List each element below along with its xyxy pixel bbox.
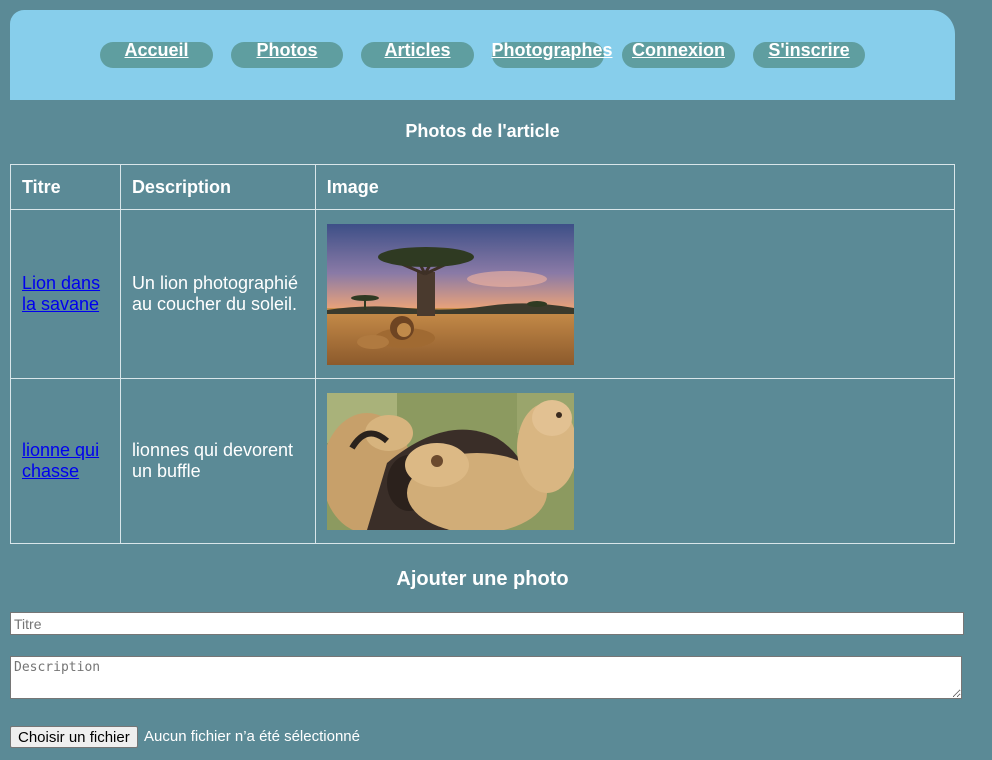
page: Accueil Photos Articles Photographes Con…	[0, 0, 992, 760]
nav-item-accueil[interactable]: Accueil	[100, 40, 213, 68]
photo-title-input[interactable]	[10, 612, 964, 635]
nav-link-sinscrire[interactable]: S'inscrire	[753, 40, 865, 61]
photo-description-textarea[interactable]	[10, 656, 962, 699]
row-image-cell	[314, 209, 956, 379]
file-selection-status: Aucun fichier n’a été sélectionné	[144, 728, 360, 745]
add-photo-title: Ajouter une photo	[396, 568, 569, 590]
row-description-cell: Un lion photographié au coucher du solei…	[119, 209, 316, 379]
nav-item-articles[interactable]: Articles	[361, 40, 474, 68]
top-navigation: Accueil Photos Articles Photographes Con…	[10, 10, 955, 100]
table-row: lionne qui chasse lionnes qui devorent u…	[10, 378, 956, 544]
nav-link-connexion[interactable]: Connexion	[622, 40, 735, 61]
nav-item-connexion[interactable]: Connexion	[622, 40, 735, 68]
nav-item-sinscrire[interactable]: S'inscrire	[753, 40, 865, 68]
column-header-titre: Titre	[10, 164, 121, 210]
table-section-title: Photos de l'article	[405, 121, 560, 141]
photo-title-link[interactable]: lionne qui chasse	[22, 440, 99, 481]
lionesses-hunting-photo-icon	[326, 392, 574, 530]
row-image-cell	[314, 378, 956, 544]
table-header-row: Titre Description Image	[10, 164, 956, 210]
lion-savanna-photo-icon	[326, 223, 574, 365]
row-title-cell: lionne qui chasse	[10, 378, 121, 544]
row-description-cell: lionnes qui devorent un buffle	[119, 378, 316, 544]
column-header-description: Description	[119, 164, 316, 210]
nav-item-photographes[interactable]: Photographes	[491, 40, 613, 68]
table-row: Lion dans la savane Un lion photographié…	[10, 209, 956, 379]
nav-item-photos[interactable]: Photos	[231, 40, 343, 68]
row-title-cell: Lion dans la savane	[10, 209, 121, 379]
choose-file-button[interactable]: Choisir un fichier	[10, 726, 138, 748]
nav-link-articles[interactable]: Articles	[361, 40, 474, 61]
nav-link-photographes[interactable]: Photographes	[486, 40, 618, 61]
photos-table: Titre Description Image Lion dans la sav…	[10, 164, 956, 544]
photo-title-link[interactable]: Lion dans la savane	[22, 273, 100, 314]
column-header-image: Image	[314, 164, 956, 210]
nav-link-photos[interactable]: Photos	[231, 40, 343, 61]
nav-link-accueil[interactable]: Accueil	[100, 40, 213, 61]
